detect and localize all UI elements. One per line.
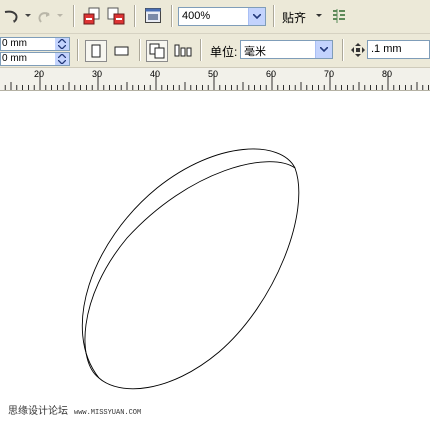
ellipse-outer-outline[interactable]	[81, 148, 300, 390]
chevron-down-icon	[316, 14, 322, 17]
page-height-down[interactable]	[55, 59, 69, 65]
ruler-label: 20	[34, 69, 45, 79]
ruler-label: 60	[266, 69, 277, 79]
chevron-down-icon	[253, 14, 261, 19]
units-dropdown-button[interactable]	[315, 41, 332, 58]
separator	[171, 5, 173, 27]
property-bar: 0 mm 0 mm 单位: 毫米 .1 mm	[0, 34, 430, 68]
separator	[139, 39, 141, 61]
ruler-label: 70	[324, 69, 335, 79]
portrait-button[interactable]	[85, 40, 107, 62]
current-page-icon	[174, 44, 192, 57]
chevron-down-icon	[58, 60, 66, 64]
export-button[interactable]	[106, 6, 126, 26]
redo-dropdown[interactable]	[56, 9, 64, 23]
nudge-offset-field[interactable]: .1 mm	[367, 40, 430, 59]
options-button[interactable]	[330, 7, 348, 25]
nudge-icon	[351, 43, 365, 57]
options-icon	[333, 9, 345, 23]
chevron-up-icon	[58, 39, 66, 43]
undo-dropdown[interactable]	[24, 9, 32, 23]
portrait-icon	[91, 44, 101, 58]
nudge-offset-value: .1 mm	[371, 43, 402, 55]
separator	[200, 39, 202, 61]
ellipse-inner-outline[interactable]	[84, 161, 296, 379]
page-width-down[interactable]	[55, 44, 69, 50]
chevron-down-icon	[57, 14, 63, 17]
standard-toolbar: 400% 贴齐	[0, 0, 430, 34]
nudge-offset-label	[350, 42, 366, 58]
separator	[73, 5, 75, 27]
drawing	[81, 148, 300, 390]
current-page-button[interactable]	[172, 40, 194, 62]
page-height-value: 0 mm	[2, 53, 27, 64]
zoom-dropdown-button[interactable]	[248, 8, 265, 25]
separator	[342, 39, 344, 61]
import-icon	[83, 7, 100, 25]
ruler-label: 40	[150, 69, 161, 79]
page-width-field[interactable]: 0 mm	[0, 37, 70, 51]
drawing-canvas[interactable]	[0, 91, 430, 426]
chevron-down-icon	[58, 45, 66, 49]
undo-button[interactable]	[0, 6, 26, 26]
ruler-label: 80	[382, 69, 393, 79]
application-launcher-button[interactable]	[143, 6, 163, 26]
separator	[134, 5, 136, 27]
ruler-label: 50	[208, 69, 219, 79]
separator	[77, 39, 79, 61]
export-icon	[107, 7, 125, 25]
zoom-level-value: 400%	[182, 10, 211, 22]
all-pages-button[interactable]	[146, 40, 168, 62]
watermark: 思缘设计论坛 www.MISSYUAN.COM	[8, 402, 141, 417]
import-button[interactable]	[82, 6, 102, 26]
landscape-button[interactable]	[111, 40, 133, 62]
page-height-field[interactable]: 0 mm	[0, 52, 70, 66]
units-label: 单位:	[210, 45, 238, 59]
zoom-level-combo[interactable]: 400%	[178, 7, 266, 26]
chevron-up-icon	[58, 54, 66, 58]
all-pages-icon	[149, 43, 165, 59]
application-launcher-icon	[145, 8, 161, 23]
chevron-down-icon	[25, 14, 31, 17]
separator	[273, 5, 275, 27]
ruler-label: 30	[92, 69, 103, 79]
redo-icon	[38, 12, 50, 23]
chevron-down-icon	[320, 47, 328, 52]
units-value: 毫米	[244, 46, 266, 58]
watermark-text: 思缘设计论坛	[8, 406, 68, 417]
snap-to-label: 贴齐	[282, 11, 307, 25]
snap-to-dropdown[interactable]: 贴齐	[280, 7, 326, 25]
page-width-value: 0 mm	[2, 38, 27, 49]
watermark-url: www.MISSYUAN.COM	[74, 409, 142, 417]
units-combo[interactable]: 毫米	[240, 40, 333, 59]
landscape-icon	[114, 46, 129, 56]
horizontal-ruler[interactable]: 20 30 40 50 60 70 80	[0, 68, 430, 91]
undo-icon	[4, 10, 18, 23]
redo-button[interactable]	[32, 6, 54, 26]
